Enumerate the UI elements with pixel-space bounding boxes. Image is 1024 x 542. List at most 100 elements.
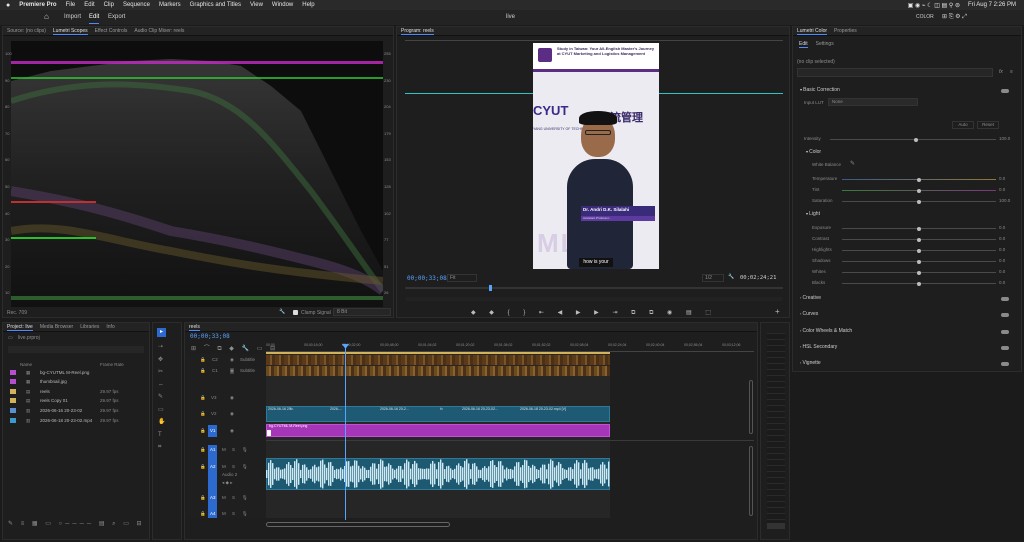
intensity-knob[interactable] bbox=[914, 137, 918, 142]
timeline-playhead[interactable] bbox=[345, 344, 346, 520]
tab-lumetri-color[interactable]: Lumetri Color bbox=[797, 28, 828, 35]
creative-toggle[interactable] bbox=[1001, 297, 1009, 301]
lock-icon[interactable]: 🔒 bbox=[200, 428, 206, 434]
program-playhead[interactable] bbox=[489, 285, 492, 291]
tab-project[interactable]: Project: live bbox=[7, 324, 33, 331]
saturation-knob[interactable] bbox=[917, 199, 921, 204]
lock-icon[interactable]: 🔒 bbox=[200, 368, 206, 374]
menu-clip[interactable]: Clip bbox=[104, 2, 114, 8]
monitor-wrench-icon[interactable]: 🔧 bbox=[728, 274, 734, 280]
transport-controls[interactable]: ◆ ◆ { } ⇤ ◀ ▶ ▶ ⇥ ⧉ ⧉ ◉ ▤ ⬚ bbox=[405, 309, 783, 317]
audio-source-patch[interactable] bbox=[208, 445, 217, 518]
exposure-value[interactable]: 0.0 bbox=[999, 225, 1005, 230]
tint-slider[interactable] bbox=[842, 188, 996, 193]
creative-header[interactable]: › Creative bbox=[800, 295, 821, 301]
menu-graphics[interactable]: Graphics and Titles bbox=[190, 2, 241, 8]
eye-icon[interactable]: ◉ bbox=[230, 368, 234, 374]
apple-menu-icon[interactable]: ● bbox=[6, 2, 10, 9]
shadows-slider[interactable] bbox=[842, 259, 996, 264]
caption-track-c1[interactable] bbox=[266, 366, 610, 376]
tab-audio-clip-mixer[interactable]: Audio Clip Mixer: reels bbox=[134, 28, 184, 34]
v2-clip-label[interactable]: 2026-06-16 20-2... bbox=[380, 407, 409, 411]
column-frame-rate[interactable]: Frame Rate bbox=[100, 362, 124, 367]
menu-file[interactable]: File bbox=[66, 2, 76, 8]
project-search[interactable] bbox=[8, 346, 144, 353]
column-name[interactable]: Name bbox=[20, 362, 32, 367]
fx-badge[interactable]: fx bbox=[290, 407, 293, 411]
mic-icon[interactable]: 🎙 bbox=[242, 447, 248, 453]
shadows-value[interactable]: 0.0 bbox=[999, 258, 1005, 263]
lock-icon[interactable]: 🔒 bbox=[200, 511, 206, 517]
a3-solo[interactable]: S bbox=[232, 495, 235, 500]
v2-clip-label[interactable]: 2026-06-18 20-23-02.mp4 [V] bbox=[520, 407, 566, 411]
caption-track-c2[interactable] bbox=[266, 355, 610, 365]
home-icon[interactable]: ⌂ bbox=[44, 12, 49, 21]
tint-knob[interactable] bbox=[917, 188, 921, 193]
program-timecode[interactable]: 00;00;33;08 bbox=[407, 275, 447, 282]
menu-help[interactable]: Help bbox=[302, 2, 314, 8]
intensity-value[interactable]: 100.0 bbox=[999, 136, 1010, 141]
color-wheels-toggle[interactable] bbox=[1001, 330, 1009, 334]
whites-value[interactable]: 0.0 bbox=[999, 269, 1005, 274]
tab-properties[interactable]: Properties bbox=[834, 28, 857, 34]
a1-mute[interactable]: M bbox=[222, 447, 226, 452]
menu-window[interactable]: Window bbox=[272, 2, 293, 8]
whites-knob[interactable] bbox=[917, 270, 921, 275]
timeline-horizontal-scrollbar[interactable] bbox=[266, 522, 450, 527]
blacks-knob[interactable] bbox=[917, 281, 921, 286]
tab-effect-controls[interactable]: Effect Controls bbox=[95, 28, 128, 34]
subtab-edit[interactable]: Edit bbox=[799, 41, 808, 48]
lock-icon[interactable]: 🔒 bbox=[200, 495, 206, 501]
vignette-header[interactable]: › Vignette bbox=[800, 360, 821, 366]
lock-icon[interactable]: 🔒 bbox=[200, 447, 206, 453]
clock[interactable]: Fri Aug 7 2:26 PM bbox=[968, 2, 1016, 8]
a2-mute[interactable]: M bbox=[222, 464, 226, 469]
temperature-value[interactable]: 0.0 bbox=[999, 176, 1005, 181]
lock-icon[interactable]: 🔒 bbox=[200, 464, 206, 470]
reset-button[interactable]: Reset bbox=[977, 121, 999, 129]
color-header[interactable]: ▾ Color bbox=[806, 149, 821, 155]
a4-solo[interactable]: S bbox=[232, 511, 235, 516]
workspace-label[interactable]: COLOR bbox=[916, 14, 934, 20]
eye-icon[interactable]: ◉ bbox=[230, 428, 234, 434]
tab-source[interactable]: Source: (no clips) bbox=[7, 28, 46, 34]
tab-edit[interactable]: Edit bbox=[89, 14, 100, 24]
auto-button[interactable]: Auto bbox=[952, 121, 974, 129]
tool-stack[interactable]: ⇢ ✥ ✂ ⇔ ✎ ▭ ✋ T ⌗ bbox=[158, 341, 165, 454]
saturation-value[interactable]: 100.0 bbox=[999, 198, 1010, 203]
timeline-tab[interactable]: reels bbox=[189, 324, 200, 331]
curves-toggle[interactable] bbox=[1001, 313, 1009, 317]
mic-icon[interactable]: 🎙 bbox=[242, 495, 248, 501]
program-tab[interactable]: Program: reels bbox=[401, 28, 434, 35]
blacks-value[interactable]: 0.0 bbox=[999, 280, 1005, 285]
quality-select[interactable]: 1/2 bbox=[702, 274, 724, 282]
v2-clip-label[interactable]: 2026-06-16 20-23-02... bbox=[462, 407, 498, 411]
menu-edit[interactable]: Edit bbox=[84, 2, 94, 8]
v2-clip-label[interactable]: 2026-... bbox=[330, 407, 342, 411]
program-scrub-bar[interactable] bbox=[405, 287, 783, 289]
project-footer-tools[interactable]: ✎ ≡ ▦ ▭ ○──── ▤ ⌕ ▭ ⊟ bbox=[8, 520, 145, 528]
mic-icon[interactable]: 🎙 bbox=[242, 464, 248, 470]
tab-media-browser[interactable]: Media Browser bbox=[40, 324, 73, 330]
add-button-icon[interactable]: + bbox=[775, 307, 780, 316]
zoom-select[interactable]: Fit bbox=[447, 274, 477, 282]
a4-mute[interactable]: M bbox=[222, 511, 226, 516]
tab-lumetri-scopes[interactable]: Lumetri Scopes bbox=[52, 28, 88, 35]
whites-slider[interactable] bbox=[842, 270, 996, 275]
blacks-slider[interactable] bbox=[842, 281, 996, 286]
video-vertical-scrollbar[interactable] bbox=[749, 380, 753, 434]
selection-tool-icon[interactable]: ▸ bbox=[157, 328, 166, 337]
tab-import[interactable]: Import bbox=[64, 14, 81, 20]
contrast-value[interactable]: 0.0 bbox=[999, 236, 1005, 241]
contrast-slider[interactable] bbox=[842, 237, 996, 242]
menu-sequence[interactable]: Sequence bbox=[123, 2, 150, 8]
eye-icon[interactable]: ◉ bbox=[230, 395, 234, 401]
highlights-knob[interactable] bbox=[917, 248, 921, 253]
tab-export[interactable]: Export bbox=[108, 14, 125, 20]
bit-depth-select[interactable]: 8 Bit bbox=[333, 308, 391, 316]
curves-header[interactable]: › Curves bbox=[800, 311, 818, 317]
menu-icon[interactable]: ≡ bbox=[1010, 69, 1013, 75]
exposure-knob[interactable] bbox=[917, 226, 921, 231]
status-icons[interactable]: ▣ ◉ ⌁ ☾ ◫ ▤ ⚲ ⊜ bbox=[908, 2, 960, 9]
hsl-secondary-header[interactable]: › HSL Secondary bbox=[800, 344, 837, 350]
